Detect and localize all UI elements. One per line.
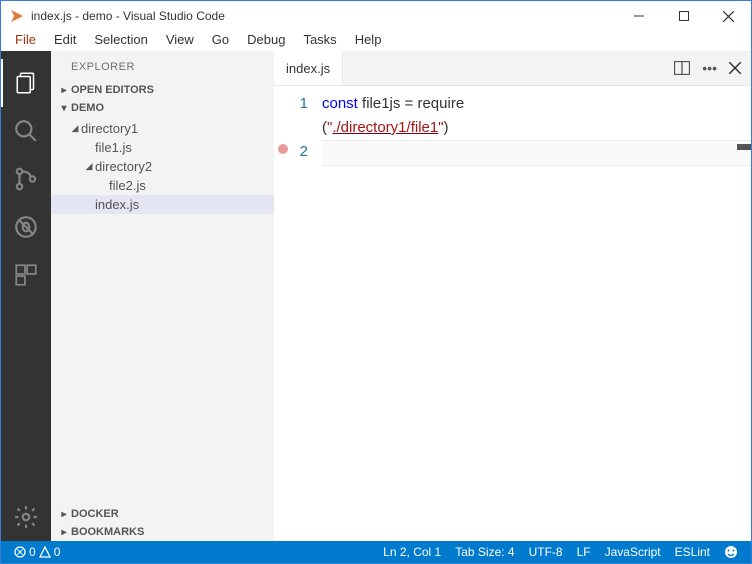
menu-view[interactable]: View [158, 30, 202, 49]
error-icon [14, 546, 26, 558]
settings-gear-icon[interactable] [1, 493, 51, 541]
status-eol[interactable]: LF [570, 545, 598, 559]
vscode-logo-icon [9, 8, 25, 24]
menu-file[interactable]: File [7, 30, 44, 49]
minimap-marker[interactable] [737, 144, 751, 150]
status-errors[interactable]: 0 0 [7, 545, 67, 559]
search-icon[interactable] [1, 107, 51, 155]
chevron-right-icon: ▸ [57, 85, 71, 96]
chevron-down-icon: ◢ [83, 161, 95, 172]
more-actions-icon[interactable]: ••• [702, 60, 717, 76]
status-cursor-position[interactable]: Ln 2, Col 1 [376, 545, 448, 559]
close-editor-icon[interactable] [729, 62, 741, 74]
menu-help[interactable]: Help [347, 30, 390, 49]
feedback-smiley-icon[interactable] [717, 545, 745, 559]
section-docker[interactable]: ▸ DOCKER [51, 505, 274, 523]
status-bar: 0 0 Ln 2, Col 1 Tab Size: 4 UTF-8 LF Jav… [1, 541, 751, 563]
debug-icon[interactable] [1, 203, 51, 251]
window-title: index.js - demo - Visual Studio Code [31, 9, 616, 23]
explorer-icon[interactable] [1, 59, 51, 107]
explorer-sidebar: EXPLORER ▸ OPEN EDITORS ▾ DEMO ◢ directo… [51, 51, 274, 541]
section-demo[interactable]: ▾ DEMO [51, 99, 274, 117]
status-encoding[interactable]: UTF-8 [522, 545, 570, 559]
editor-area: index.js ••• 1 2 const file1js = require… [274, 51, 751, 541]
title-bar: index.js - demo - Visual Studio Code [1, 1, 751, 31]
folder-directory2[interactable]: ◢ directory2 [51, 157, 274, 176]
file-file2js[interactable]: file2.js [51, 176, 274, 195]
tab-indexjs[interactable]: index.js [274, 51, 343, 85]
code-editor[interactable]: 1 2 const file1js = require("./directory… [274, 86, 751, 541]
chevron-right-icon: ▸ [57, 509, 71, 520]
line-number-gutter: 1 2 [292, 92, 322, 541]
status-tab-size[interactable]: Tab Size: 4 [448, 545, 521, 559]
menu-tasks[interactable]: Tasks [295, 30, 344, 49]
section-open-editors[interactable]: ▸ OPEN EDITORS [51, 81, 274, 99]
menu-selection[interactable]: Selection [86, 30, 155, 49]
menu-edit[interactable]: Edit [46, 30, 84, 49]
menu-bar: File Edit Selection View Go Debug Tasks … [1, 31, 751, 51]
extensions-icon[interactable] [1, 251, 51, 299]
maximize-button[interactable] [661, 1, 706, 31]
sidebar-title: EXPLORER [51, 51, 274, 81]
code-content[interactable]: const file1js = require("./directory1/fi… [322, 92, 751, 541]
minimize-button[interactable] [616, 1, 661, 31]
menu-go[interactable]: Go [204, 30, 237, 49]
status-language[interactable]: JavaScript [598, 545, 668, 559]
section-bookmarks[interactable]: ▸ BOOKMARKS [51, 523, 274, 541]
breakpoint-icon[interactable] [278, 144, 288, 154]
close-button[interactable] [706, 1, 751, 31]
source-control-icon[interactable] [1, 155, 51, 203]
activity-bar [1, 51, 51, 541]
file-file1js[interactable]: file1.js [51, 138, 274, 157]
file-indexjs[interactable]: index.js [51, 195, 274, 214]
split-editor-icon[interactable] [674, 61, 690, 75]
menu-debug[interactable]: Debug [239, 30, 293, 49]
folder-directory1[interactable]: ◢ directory1 [51, 119, 274, 138]
chevron-right-icon: ▸ [57, 527, 71, 538]
status-linter[interactable]: ESLint [668, 545, 717, 559]
chevron-down-icon: ▾ [57, 103, 71, 114]
tab-bar: index.js ••• [274, 51, 751, 86]
chevron-down-icon: ◢ [69, 123, 81, 134]
warning-icon [39, 546, 51, 558]
